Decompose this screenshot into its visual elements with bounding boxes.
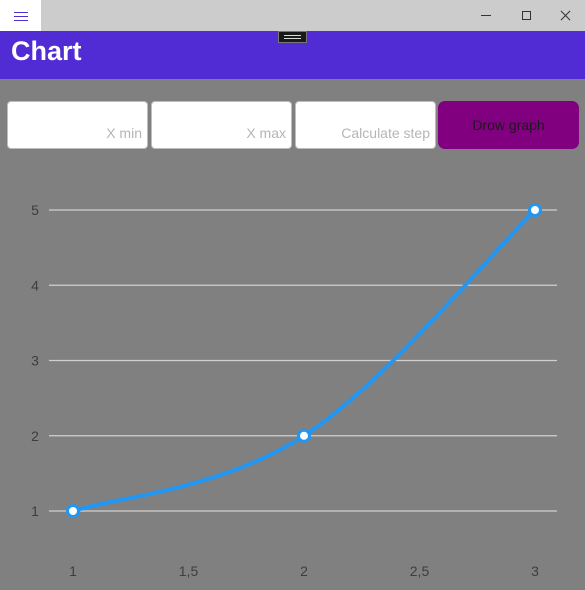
- x-tick-label: 3: [531, 563, 539, 579]
- data-point: [66, 504, 80, 518]
- x-tick-label: 2: [300, 563, 308, 579]
- y-axis-labels: 1 2 3 4 5: [31, 202, 39, 519]
- maximize-button[interactable]: [506, 0, 546, 31]
- chart-grid: [49, 209, 557, 512]
- x-tick-label: 2,5: [410, 563, 430, 579]
- page-title: Chart: [11, 36, 82, 66]
- close-icon: [560, 10, 571, 21]
- minimize-button[interactable]: [466, 0, 506, 31]
- x-min-input[interactable]: [7, 101, 148, 149]
- data-point: [528, 203, 542, 217]
- x-tick-label: 1,5: [179, 563, 199, 579]
- x-max-input[interactable]: [151, 101, 292, 149]
- minimize-icon: [481, 15, 491, 16]
- data-point: [297, 428, 311, 443]
- line-chart: 1 2 3 4 5 1 1,5 2 2,5 3: [31, 202, 557, 579]
- maximize-icon: [521, 11, 531, 20]
- draw-graph-button[interactable]: Drow graph: [438, 101, 579, 149]
- y-tick-label: 1: [31, 503, 39, 519]
- page-header: Chart: [0, 31, 585, 79]
- y-tick-label: 2: [31, 428, 39, 444]
- hamburger-menu-button[interactable]: [0, 0, 41, 31]
- window-title-bar: [0, 0, 585, 31]
- y-tick-label: 3: [31, 353, 39, 369]
- y-tick-label: 4: [31, 277, 39, 293]
- x-tick-label: 1: [69, 563, 77, 579]
- x-axis-labels: 1 1,5 2 2,5 3: [69, 563, 539, 579]
- drag-handle-icon[interactable]: [278, 31, 307, 43]
- y-tick-label: 5: [31, 202, 39, 218]
- hamburger-icon: [13, 11, 28, 21]
- close-button[interactable]: [545, 0, 585, 31]
- calculate-step-input[interactable]: [295, 101, 436, 149]
